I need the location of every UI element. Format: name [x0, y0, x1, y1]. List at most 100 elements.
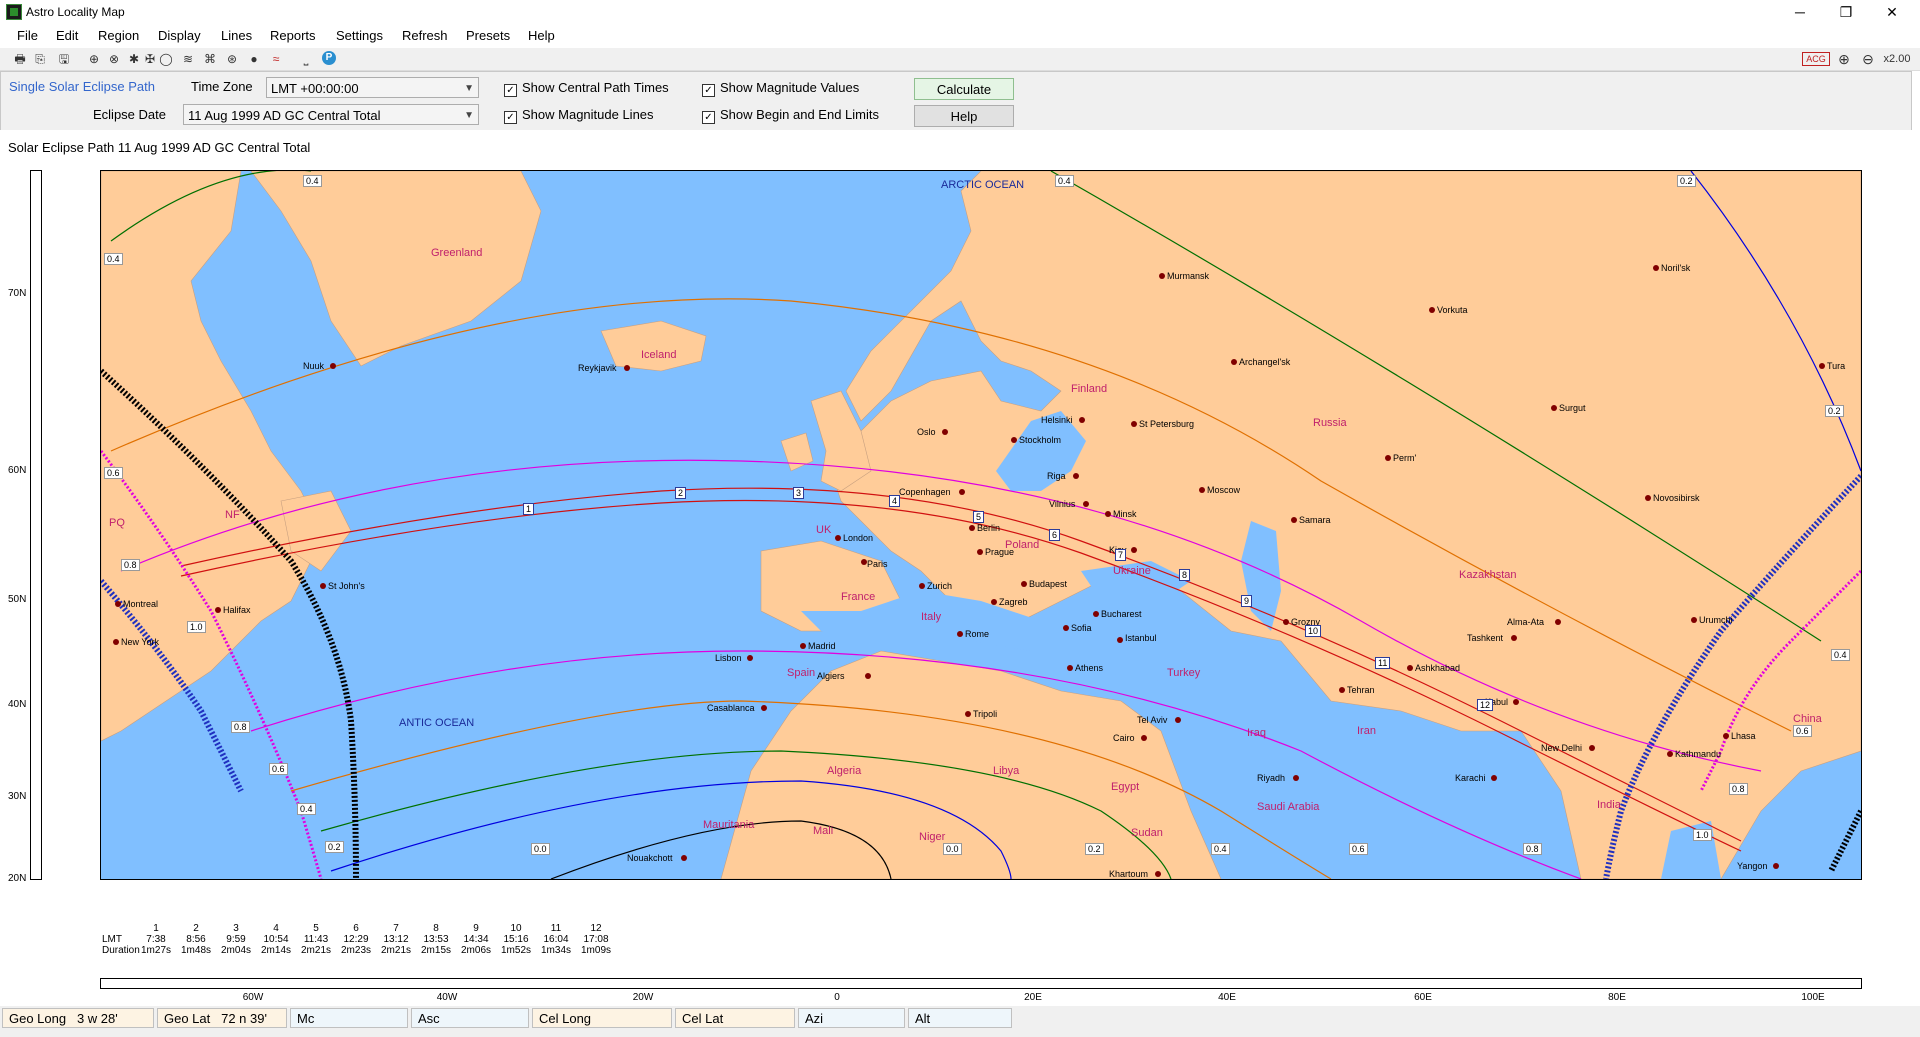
map-area: Solar Eclipse Path 11 Aug 1999 AD GC Cen…	[0, 130, 1920, 1006]
menu-reports[interactable]: Reports	[270, 28, 316, 43]
show-limits-checkbox[interactable]: ✓ Show Begin and End Limits	[702, 107, 879, 124]
city-label: Riga	[1047, 471, 1066, 481]
globe-net-icon[interactable]: ⊗	[106, 51, 122, 67]
country-label: Libya	[993, 765, 1020, 777]
calculate-button[interactable]: Calculate	[914, 78, 1014, 100]
circle-icon[interactable]: ◯	[158, 51, 174, 67]
city-dot	[1667, 751, 1673, 757]
checkbox-check-icon: ✓	[702, 111, 715, 124]
city-label: Alma-Ata	[1507, 617, 1545, 627]
country-label: Ukraine	[1113, 565, 1151, 577]
city-label: Bucharest	[1101, 609, 1142, 619]
city-label: Prague	[985, 547, 1015, 557]
magnitude-value: 0.2	[1677, 175, 1696, 187]
lat-tick-label: 70N	[8, 288, 27, 299]
city-dot	[1339, 687, 1345, 693]
city-label: Sofia	[1071, 623, 1092, 633]
eclipse-date-select[interactable]: 11 Aug 1999 AD GC Central Total ▼	[183, 104, 479, 125]
copy-icon[interactable]: ⎘	[32, 51, 48, 67]
parking-icon[interactable]: P	[322, 51, 336, 65]
title-bar: Astro Locality Map ─ ❐ ✕	[0, 0, 1920, 24]
city-dot	[1199, 487, 1205, 493]
city-dot	[957, 631, 963, 637]
city-label: Budapest	[1029, 579, 1068, 589]
magnitude-value: 0.8	[1729, 783, 1748, 795]
show-mag-lines-checkbox[interactable]: ✓ Show Magnitude Lines	[504, 107, 654, 124]
city-dot	[991, 599, 997, 605]
save-icon[interactable]: 🖫	[56, 51, 72, 67]
menu-help[interactable]: Help	[528, 28, 555, 43]
city-label: Zurich	[927, 581, 953, 591]
printer-icon[interactable]: 🖶	[12, 51, 28, 67]
timezone-value: LMT +00:00:00	[271, 81, 359, 96]
lat-tick-label: 50N	[8, 594, 27, 605]
city-dot	[1011, 437, 1017, 443]
menu-edit[interactable]: Edit	[56, 28, 78, 43]
city-label: Archangel'sk	[1239, 357, 1291, 367]
menu-refresh[interactable]: Refresh	[402, 28, 448, 43]
lon-tick-label: 40E	[1218, 992, 1236, 1003]
city-label: Tura	[1827, 361, 1846, 371]
city-dot	[215, 607, 221, 613]
city-label: Tel Aviv	[1137, 715, 1168, 725]
map-canvas[interactable]: ARCTIC OCEAN ANTIC OCEAN Greenland Icela…	[100, 170, 1862, 880]
menu-settings[interactable]: Settings	[336, 28, 383, 43]
country-label: Mali	[813, 825, 834, 837]
menu-file[interactable]: File	[17, 28, 38, 43]
city-dot	[1063, 625, 1069, 631]
minimize-button[interactable]: ─	[1777, 0, 1823, 24]
city-dot	[1291, 517, 1297, 523]
eclipse-icon[interactable]: ●	[246, 51, 262, 67]
mode-label[interactable]: Single Solar Eclipse Path	[9, 79, 155, 94]
time-col-duration: 2m04s	[220, 945, 251, 956]
city-dot	[1293, 775, 1299, 781]
transit-icon[interactable]: ≋	[180, 51, 196, 67]
time-col-number: 11	[550, 923, 562, 934]
help-button[interactable]: Help	[914, 105, 1014, 127]
city-dot	[1159, 273, 1165, 279]
lon-tick-label: 40W	[436, 992, 458, 1003]
maximize-button[interactable]: ❐	[1823, 0, 1869, 24]
geo-lat-label: Geo Lat	[164, 1011, 211, 1026]
city-label: Cairo	[1113, 733, 1135, 743]
menu-region[interactable]: Region	[98, 28, 139, 43]
checkbox-check-icon: ✓	[702, 84, 715, 97]
country-label: France	[841, 591, 876, 603]
city-label: Samara	[1299, 515, 1331, 525]
minimize-panel-icon[interactable]: ⎵	[298, 51, 314, 67]
city-dot	[835, 535, 841, 541]
city-label: Moscow	[1207, 485, 1241, 495]
planets-icon[interactable]: ✱	[126, 51, 142, 67]
time-col-duration: 2m14s	[260, 945, 291, 956]
zoom-out-icon[interactable]: ⊖	[1860, 51, 1876, 67]
city-dot	[969, 525, 975, 531]
zoom-in-icon[interactable]: ⊕	[1836, 51, 1852, 67]
city-label: Surgut	[1559, 403, 1586, 413]
show-mag-values-checkbox[interactable]: ✓ Show Magnitude Values	[702, 80, 859, 97]
progression-icon[interactable]: ⌘	[202, 51, 218, 67]
central-time-marker: 8	[1179, 569, 1191, 581]
time-col-duration: 1m34s	[540, 945, 571, 956]
acg-icon[interactable]: ACG	[1802, 52, 1830, 66]
city-dot	[1773, 863, 1779, 869]
city-dot	[747, 655, 753, 661]
geo-sig-icon[interactable]: ⊛	[224, 51, 240, 67]
city-dot	[1551, 405, 1557, 411]
country-label: PQ	[109, 517, 125, 529]
waves-icon[interactable]: ≈	[268, 51, 284, 67]
city-label: Lhasa	[1731, 731, 1756, 741]
magnitude-value: 0.0	[943, 843, 962, 855]
city-dot	[977, 549, 983, 555]
close-button[interactable]: ✕	[1869, 0, 1915, 24]
timezone-select[interactable]: LMT +00:00:00 ▼	[266, 77, 479, 98]
show-central-times-checkbox[interactable]: ✓ Show Central Path Times	[504, 80, 669, 97]
lon-tick-label: 60E	[1414, 992, 1432, 1003]
menu-lines[interactable]: Lines	[221, 28, 252, 43]
chart-icon[interactable]: ✠	[142, 51, 158, 67]
menu-display[interactable]: Display	[158, 28, 201, 43]
magnitude-value: 0.8	[231, 721, 250, 733]
alt-cell: Alt	[908, 1008, 1012, 1028]
globe-icon[interactable]: ⊕	[86, 51, 102, 67]
menu-presets[interactable]: Presets	[466, 28, 510, 43]
city-label: Karachi	[1455, 773, 1486, 783]
